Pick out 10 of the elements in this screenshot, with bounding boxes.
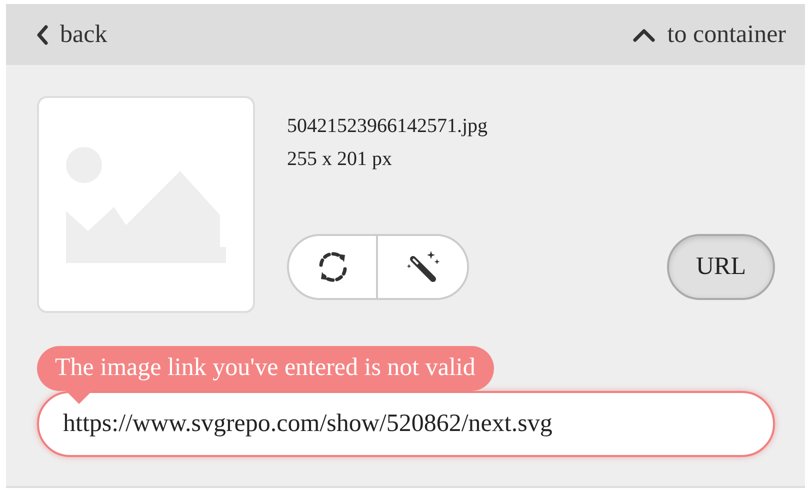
file-name: 50421523966142571.jpg bbox=[287, 114, 489, 139]
to-container-link[interactable]: to container bbox=[633, 20, 786, 48]
image-dimensions: 255 x 201 px bbox=[287, 147, 393, 172]
back-link[interactable]: back bbox=[36, 20, 108, 48]
chevron-up-icon bbox=[633, 28, 656, 42]
url-button[interactable]: URL bbox=[667, 234, 775, 300]
url-input-field[interactable]: https://www.svgrepo.com/show/520862/next.svg bbox=[37, 391, 775, 457]
replace-button[interactable] bbox=[289, 236, 378, 298]
magic-wand-icon bbox=[404, 249, 440, 285]
chevron-left-icon bbox=[36, 24, 48, 44]
